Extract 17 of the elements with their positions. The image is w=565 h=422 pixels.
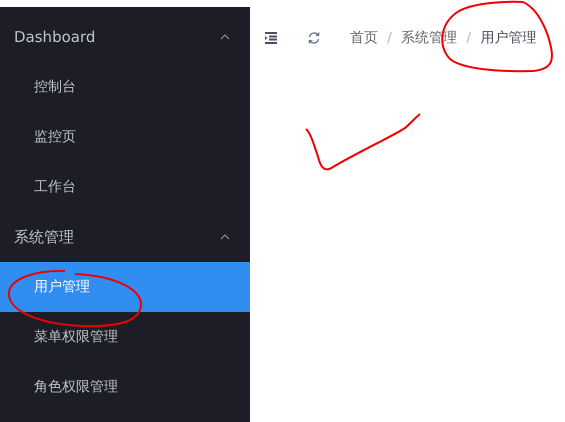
menu-group-header[interactable]: Dashboard	[0, 12, 250, 62]
menu-fold-icon[interactable]	[264, 31, 278, 45]
chevron-icon	[220, 234, 230, 240]
menu-item[interactable]: 角色权限管理	[0, 362, 250, 412]
breadcrumb-item[interactable]: 首页	[350, 29, 378, 47]
menu-item[interactable]: 控制台	[0, 62, 250, 112]
menu-item[interactable]: 监控页	[0, 112, 250, 162]
menu-item[interactable]: 菜单权限管理	[0, 312, 250, 362]
menu-item[interactable]: 工作台	[0, 162, 250, 212]
menu-group-title: Dashboard	[14, 28, 96, 46]
breadcrumb-item: 用户管理	[480, 29, 536, 47]
breadcrumb-separator: /	[466, 30, 472, 46]
chevron-icon	[220, 34, 230, 40]
refresh-icon[interactable]	[307, 31, 321, 45]
menu-group-header[interactable]: 系统管理	[0, 212, 250, 262]
menu-group-title: 系统管理	[14, 228, 74, 246]
breadcrumb-separator: /	[387, 30, 392, 46]
